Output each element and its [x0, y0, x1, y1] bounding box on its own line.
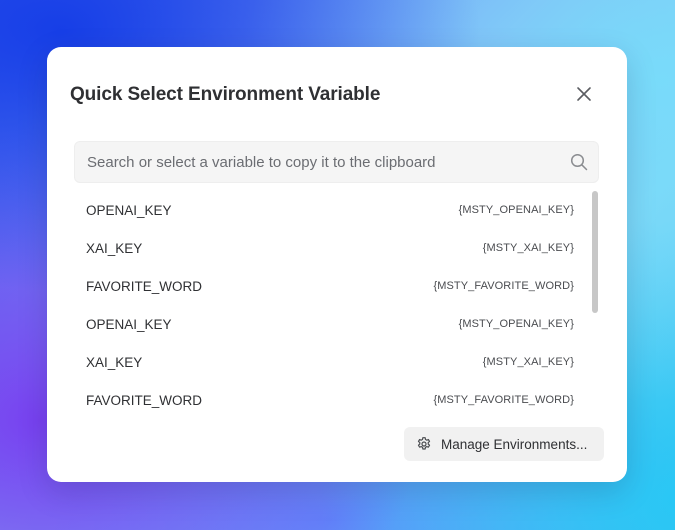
variable-reference: {MSTY_OPENAI_KEY}	[458, 204, 574, 216]
variable-reference: {MSTY_XAI_KEY}	[482, 356, 574, 368]
variable-row[interactable]: OPENAI_KEY {MSTY_OPENAI_KEY}	[74, 305, 584, 343]
close-button[interactable]	[573, 83, 595, 105]
manage-environments-label: Manage Environments...	[441, 436, 588, 452]
variable-row[interactable]: FAVORITE_WORD {MSTY_FAVORITE_WORD}	[74, 267, 584, 305]
variable-row[interactable]: OPENAI_KEY {MSTY_OPENAI_KEY}	[74, 191, 584, 229]
variable-list: OPENAI_KEY {MSTY_OPENAI_KEY} XAI_KEY {MS…	[74, 191, 584, 421]
variable-reference: {MSTY_FAVORITE_WORD}	[433, 280, 574, 292]
variable-name: FAVORITE_WORD	[86, 278, 203, 294]
search-input[interactable]	[75, 142, 555, 182]
search-icon[interactable]	[570, 153, 588, 171]
variable-name: OPENAI_KEY	[86, 202, 172, 218]
variable-reference: {MSTY_XAI_KEY}	[482, 242, 574, 254]
close-icon	[577, 87, 591, 101]
variable-name: XAI_KEY	[86, 240, 143, 256]
scrollbar-thumb[interactable]	[592, 191, 598, 313]
manage-environments-button[interactable]: Manage Environments...	[404, 427, 604, 461]
variable-name: OPENAI_KEY	[86, 316, 172, 332]
variable-row[interactable]: XAI_KEY {MSTY_XAI_KEY}	[74, 343, 584, 381]
search-box	[74, 141, 599, 183]
gear-icon	[416, 436, 432, 452]
variable-reference: {MSTY_OPENAI_KEY}	[458, 318, 574, 330]
variable-reference: {MSTY_FAVORITE_WORD}	[433, 394, 574, 406]
variable-row[interactable]: XAI_KEY {MSTY_XAI_KEY}	[74, 229, 584, 267]
variable-name: FAVORITE_WORD	[86, 392, 203, 408]
variable-row[interactable]: FAVORITE_WORD {MSTY_FAVORITE_WORD}	[74, 381, 584, 419]
variable-name: XAI_KEY	[86, 354, 143, 370]
list-scrollbar[interactable]	[592, 191, 598, 421]
dialog-title: Quick Select Environment Variable	[70, 84, 381, 105]
quick-select-dialog: Quick Select Environment Variable OPENAI…	[47, 47, 627, 482]
